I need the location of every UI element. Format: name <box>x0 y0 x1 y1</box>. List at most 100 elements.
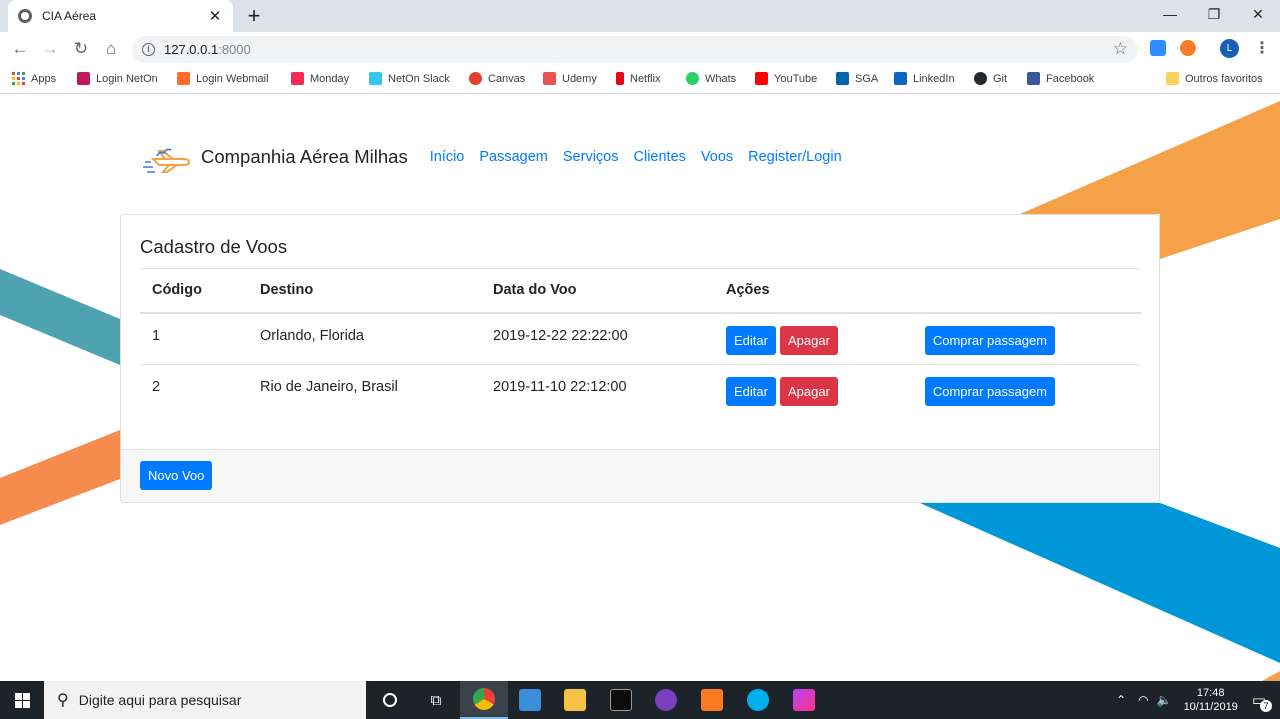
task-view-button[interactable]: ⧉ <box>412 681 460 719</box>
task-view-icon: ⧉ <box>430 691 442 709</box>
column-header-destino: Destino <box>248 268 481 314</box>
info-icon[interactable]: i <box>142 43 155 56</box>
cpanel-icon <box>177 72 190 85</box>
tab-title: CIA Aérea <box>42 9 97 23</box>
brand-name[interactable]: Companhia Aérea Milhas <box>201 146 408 168</box>
folder-icon <box>564 689 586 711</box>
edit-button[interactable]: Editar <box>726 377 776 406</box>
taskbar-xampp[interactable] <box>688 681 736 719</box>
blue-stripe-right <box>920 503 1280 663</box>
tray-chevron-icon[interactable]: ⌃ <box>1116 693 1126 707</box>
nav-link-clientes[interactable]: Clientes <box>634 149 686 165</box>
start-button[interactable] <box>0 681 44 719</box>
taskbar-search[interactable]: ⚲ Digite aqui para pesquisar <box>44 681 366 719</box>
close-tab-icon[interactable]: ✕ <box>207 7 223 25</box>
nav-link-voos[interactable]: Voos <box>701 149 733 165</box>
delete-button[interactable]: Apagar <box>780 377 838 406</box>
extension-icon[interactable] <box>1180 40 1196 56</box>
table-row: 2 Rio de Janeiro, Brasil 2019-11-10 22:1… <box>140 364 1141 417</box>
bookmark-git[interactable]: Git <box>974 72 1007 85</box>
menu-icon[interactable]: ⋮ <box>1254 38 1270 58</box>
trello-extension-icon[interactable] <box>1150 40 1166 56</box>
bookmark-canvas[interactable]: Canvas <box>469 72 525 85</box>
nav-link-register-login[interactable]: Register/Login <box>748 149 842 165</box>
bookmark-youtube[interactable]: YouTube <box>755 72 817 85</box>
udemy-icon <box>543 72 556 85</box>
flights-card: Cadastro de Voos Código Destino Data do … <box>120 214 1160 503</box>
browser-tab[interactable]: CIA Aérea ✕ <box>8 0 233 32</box>
bookmark-star-icon[interactable]: ☆ <box>1113 39 1128 59</box>
site-header: Companhia Aérea Milhas Início Passagem S… <box>139 132 857 182</box>
cell-destino: Rio de Janeiro, Brasil <box>248 364 481 417</box>
forward-icon[interactable]: → <box>37 36 63 62</box>
taskbar-phpstorm[interactable] <box>780 681 828 719</box>
bookmark-neton-slack[interactable]: NetOn Slack <box>369 72 450 85</box>
bookmark-other-folder[interactable]: Outros favoritos <box>1166 72 1263 85</box>
bookmark-whats[interactable]: Whats <box>686 72 736 85</box>
chrome-icon <box>473 688 495 710</box>
column-header-codigo: Código <box>140 268 248 314</box>
taskbar-terminal[interactable] <box>597 681 645 719</box>
clock[interactable]: 17:48 10/11/2019 <box>1184 686 1238 714</box>
column-header-data: Data do Voo <box>481 268 714 314</box>
monday-icon <box>291 72 304 85</box>
table-row: 1 Orlando, Florida 2019-12-22 22:22:00 E… <box>140 312 1141 365</box>
github-icon <box>974 72 987 85</box>
reload-icon[interactable]: ↻ <box>68 36 94 62</box>
home-icon[interactable]: ⌂ <box>98 36 124 62</box>
new-flight-button[interactable]: Novo Voo <box>140 461 213 490</box>
bookmark-monday[interactable]: Monday <box>291 72 349 85</box>
bookmark-netflix[interactable]: Netflix <box>616 72 661 85</box>
nav-link-inicio[interactable]: Início <box>430 149 465 165</box>
bookmark-sga[interactable]: SGA <box>836 72 878 85</box>
windows-taskbar: ⚲ Digite aqui para pesquisar ⧉ ⌃ ◠ 🔈 17:… <box>0 681 1280 719</box>
address-bar[interactable]: i 127.0.0.1:8000 ☆ <box>132 36 1138 63</box>
edit-button[interactable]: Editar <box>726 325 776 355</box>
linkedin-icon <box>894 72 907 85</box>
bookmark-udemy[interactable]: Udemy <box>543 72 597 85</box>
taskbar-chrome[interactable] <box>460 681 508 719</box>
new-tab-button[interactable]: + <box>243 3 265 29</box>
buy-ticket-button[interactable]: Comprar passagem <box>924 325 1056 355</box>
bookmark-login-webmail[interactable]: Login Webmail <box>177 72 269 85</box>
folder-icon <box>1166 72 1179 85</box>
delete-button[interactable]: Apagar <box>780 325 838 355</box>
skype-icon <box>747 689 769 711</box>
taskbar-vscode-app[interactable] <box>506 681 554 719</box>
nav-link-servicos[interactable]: Serviços <box>563 149 619 165</box>
browser-toolbar: ← → ↻ ⌂ i 127.0.0.1:8000 ☆ L ⋮ <box>0 32 1280 66</box>
profile-avatar[interactable]: L <box>1220 39 1239 58</box>
cortana-icon <box>383 693 397 707</box>
bookmark-linkedin[interactable]: LinkedIn <box>894 72 955 85</box>
netflix-icon <box>616 72 624 85</box>
bookmark-facebook[interactable]: Facebook <box>1027 72 1094 85</box>
whatsapp-icon <box>686 72 699 85</box>
column-header-acoes: Ações <box>714 268 913 314</box>
taskbar-skype[interactable] <box>734 681 782 719</box>
taskbar-github-desktop[interactable] <box>642 681 690 719</box>
taskbar-file-explorer[interactable] <box>551 681 599 719</box>
notifications-icon[interactable]: ▭ 7 <box>1252 691 1272 712</box>
airplane-logo-icon[interactable] <box>139 134 191 180</box>
minimize-button[interactable]: — <box>1148 0 1192 28</box>
wifi-icon[interactable]: ◠ <box>1138 693 1148 707</box>
canvas-icon <box>469 72 482 85</box>
sga-icon <box>836 72 849 85</box>
window-controls: — ❐ ✕ <box>1148 0 1280 32</box>
volume-icon[interactable]: 🔈 <box>1157 693 1172 707</box>
cortana-button[interactable] <box>366 681 414 719</box>
buy-ticket-button[interactable]: Comprar passagem <box>924 377 1056 406</box>
bookmark-login-neton[interactable]: Login NetOn <box>77 72 158 85</box>
cell-destino: Orlando, Florida <box>248 312 481 365</box>
close-window-button[interactable]: ✕ <box>1236 0 1280 28</box>
card-footer: Novo Voo <box>121 449 1159 502</box>
nav-link-passagem[interactable]: Passagem <box>479 149 548 165</box>
cell-codigo: 2 <box>140 364 248 417</box>
slack-icon <box>369 72 382 85</box>
restore-button[interactable]: ❐ <box>1192 0 1236 28</box>
back-icon[interactable]: ← <box>7 36 33 62</box>
cell-actions: Editar Apagar <box>714 312 913 365</box>
url-text[interactable]: 127.0.0.1:8000 <box>164 42 251 57</box>
bookmark-apps[interactable]: Apps <box>12 72 56 85</box>
apps-icon <box>12 72 25 85</box>
